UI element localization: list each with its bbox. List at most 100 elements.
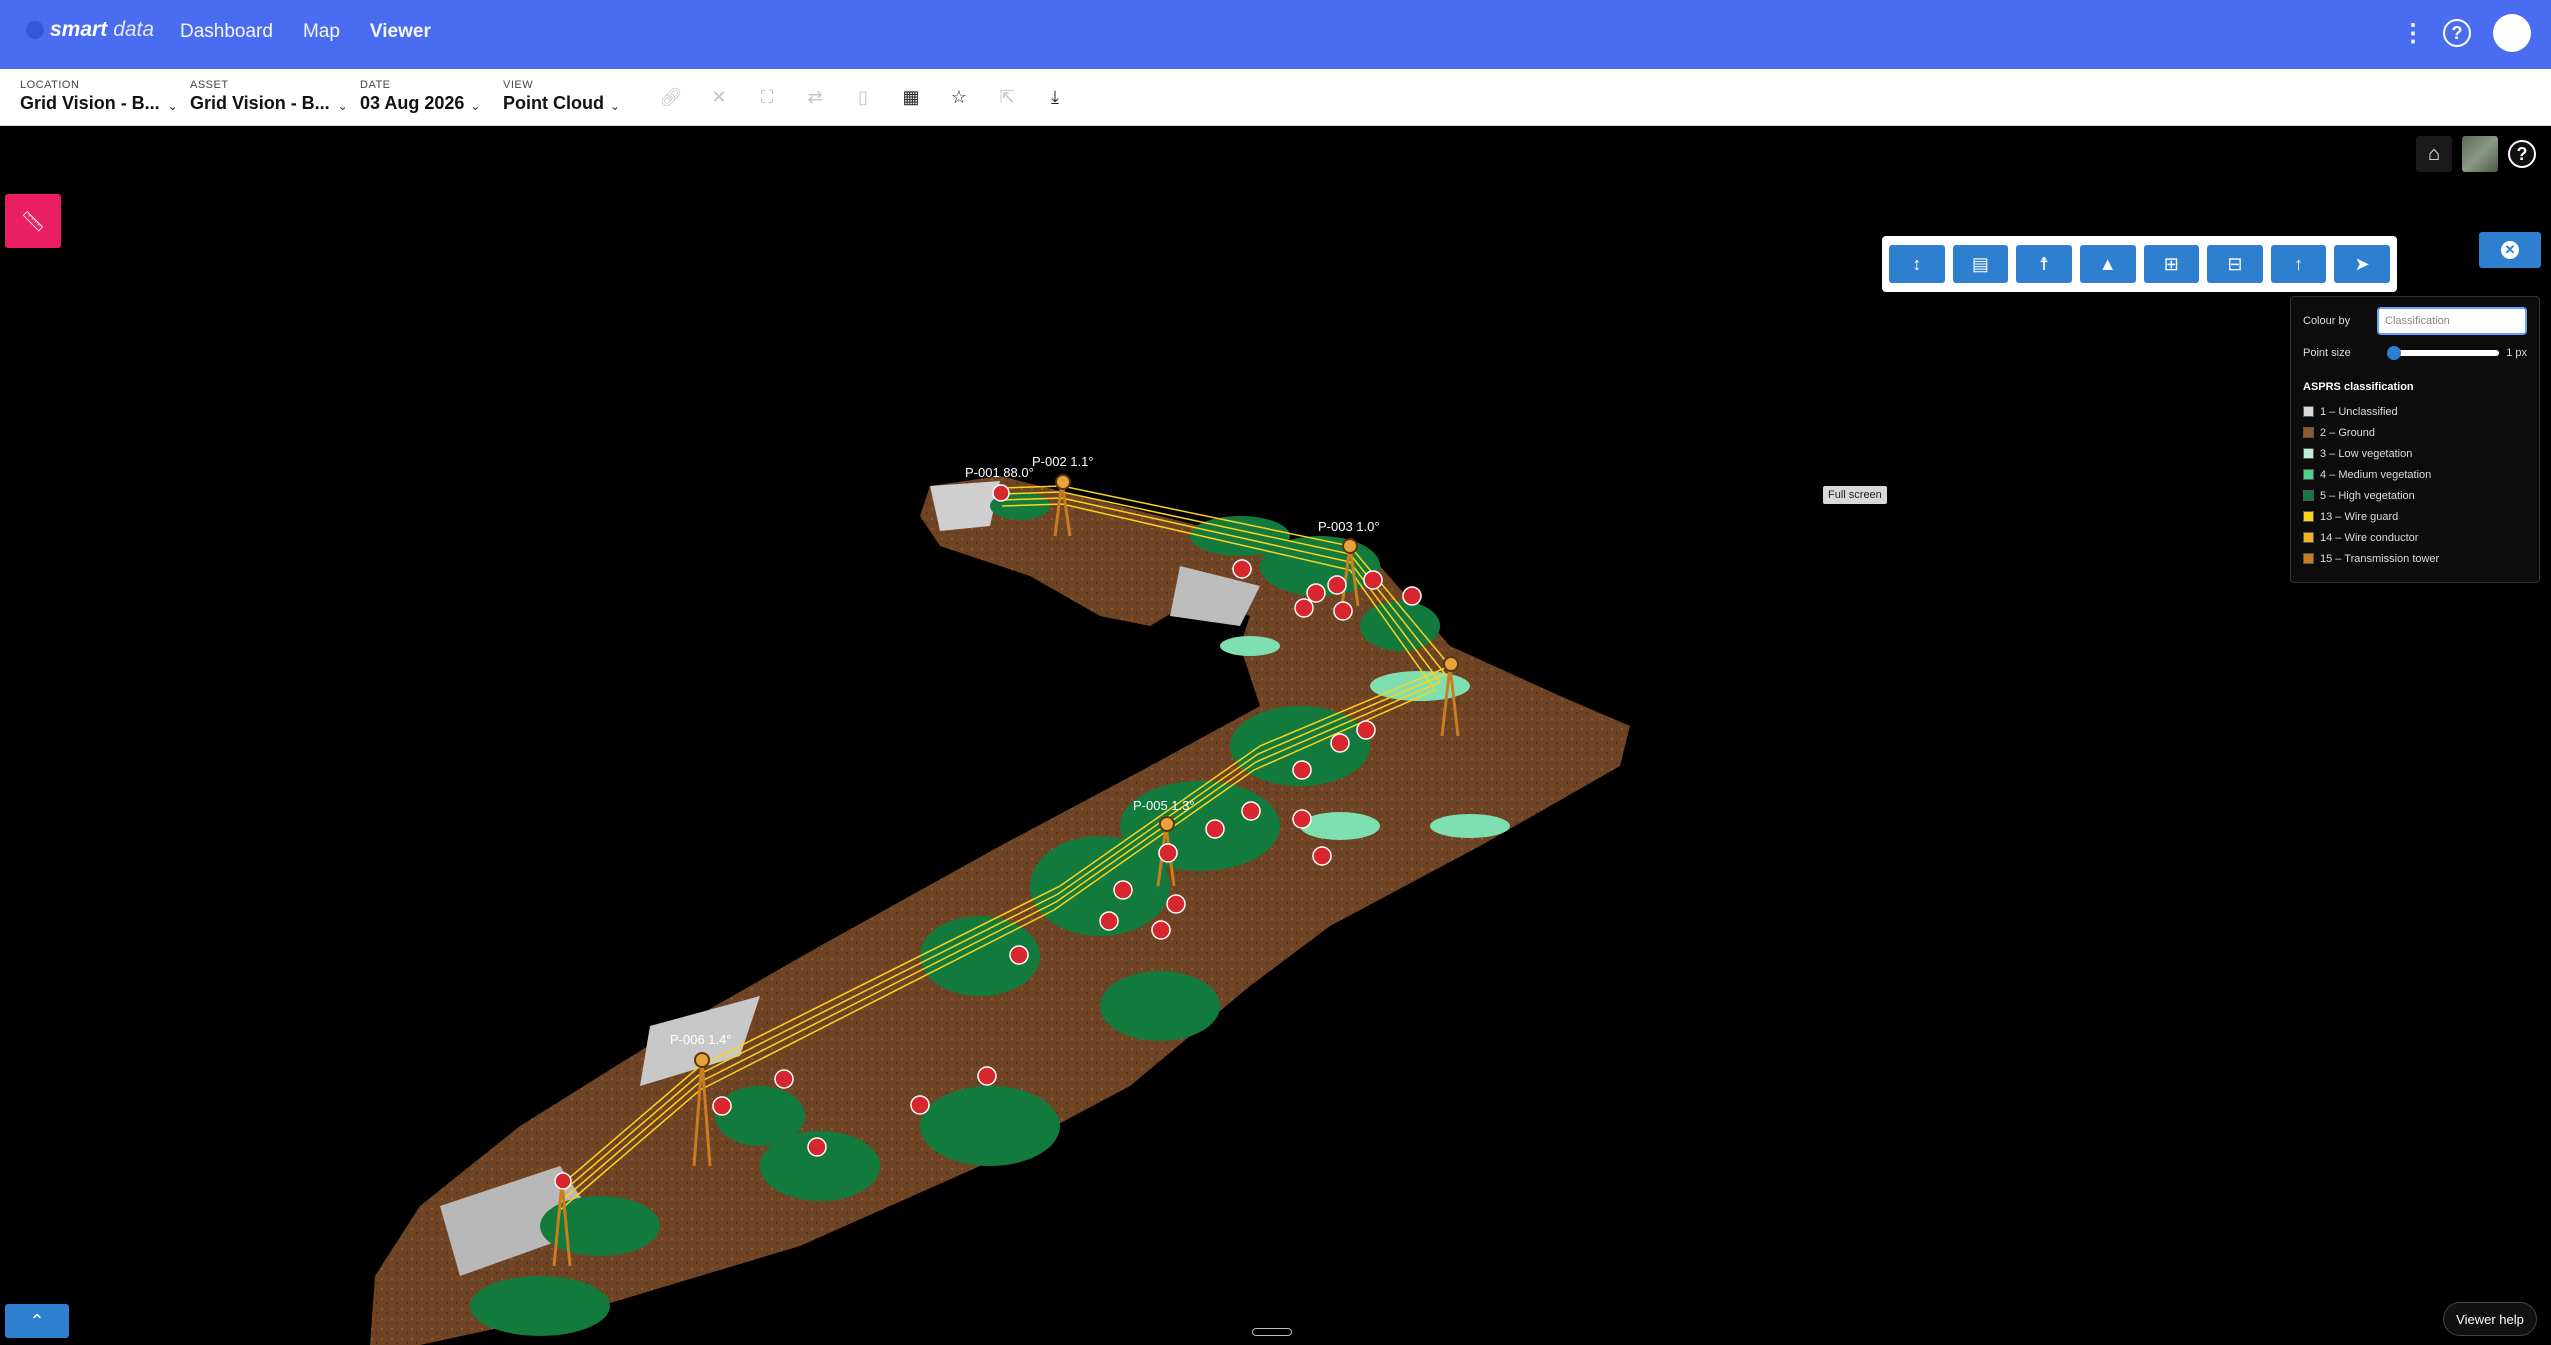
logo-text-bold: smart — [50, 18, 108, 41]
classification-panel: Colour by Classification Point size 1 px… — [2290, 296, 2540, 583]
chevron-down-icon: ⌄ — [167, 99, 178, 113]
view-select[interactable]: VIEW Point Cloud ⌄ — [503, 79, 620, 114]
legend-item[interactable]: 3 – Low vegetation — [2303, 443, 2527, 464]
chevron-down-icon: ⌄ — [470, 99, 481, 113]
legend-label: 13 – Wire guard — [2320, 510, 2399, 523]
date-label: DATE — [360, 79, 391, 91]
location-select[interactable]: LOCATION Grid Vision - B... ⌄ — [20, 79, 178, 114]
download-icon[interactable]: ⤓ — [1039, 81, 1071, 113]
fullscreen-icon[interactable]: ⛶ — [751, 81, 783, 113]
legend-swatch — [2303, 448, 2314, 459]
legend-item[interactable]: 1 – Unclassified — [2303, 401, 2527, 422]
point-size-label: Point size — [2303, 347, 2351, 359]
structure-area — [930, 481, 1000, 531]
date-value: 03 Aug 2026 — [360, 93, 465, 113]
close-icon: ✕ — [2501, 241, 2519, 259]
colour-by-row: Colour by Classification — [2303, 307, 2527, 335]
tower-label: P-002 1.1° — [1032, 454, 1094, 469]
classification-title: ASPRS classification — [2303, 381, 2414, 393]
legend-label: 5 – High vegetation — [2320, 489, 2415, 502]
slider-knob[interactable] — [2386, 346, 2401, 360]
tower-label: P-005 1.3° — [1133, 798, 1195, 813]
location-label: LOCATION — [20, 79, 80, 91]
point-size-slider[interactable] — [2386, 346, 2499, 360]
chevron-down-icon: ⌄ — [609, 99, 620, 113]
link-icon[interactable]: 🔗︎ — [655, 81, 687, 113]
home-icon[interactable]: ⌂ — [2416, 136, 2452, 172]
location-value: Grid Vision - B... — [20, 93, 160, 113]
swap-icon[interactable]: ⇄ — [799, 81, 831, 113]
nav-map[interactable]: Map — [303, 21, 340, 43]
nav-dashboard[interactable]: Dashboard — [180, 21, 273, 43]
chevron-down-icon: ⌄ — [337, 99, 348, 113]
legend-item[interactable]: 2 – Ground — [2303, 422, 2527, 443]
classification-legend: 1 – Unclassified 2 – Ground 3 – Low vegeta… — [2303, 401, 2527, 569]
legend-swatch — [2303, 427, 2314, 438]
document-icon[interactable]: ▯ — [847, 81, 879, 113]
legend-item[interactable]: 14 – Wire conductor — [2303, 527, 2527, 548]
point-size-row: Point size 1 px — [2303, 346, 2527, 360]
arrow-up-icon[interactable]: ↑ — [2270, 245, 2327, 283]
expand-up-button[interactable]: ⌃ — [5, 1304, 69, 1338]
legend-swatch — [2303, 511, 2314, 522]
qr-code-icon[interactable]: ▦ — [895, 81, 927, 113]
legend-swatch — [2303, 406, 2314, 417]
avatar[interactable] — [2493, 14, 2531, 52]
legend-swatch — [2303, 469, 2314, 480]
legend-swatch — [2303, 490, 2314, 501]
more-options-icon[interactable]: ⋮ — [2401, 19, 2425, 48]
measurement-toolbar: ↕ ▤ ☨ ▲ ⊞ ⊟ ↑ ➤ — [1882, 236, 2397, 292]
app-logo[interactable]: smart data — [26, 18, 154, 42]
chevron-up-icon: ⌃ — [29, 1310, 45, 1331]
tower-label: P-001 88.0° — [965, 465, 1034, 480]
asset-select[interactable]: ASSET Grid Vision - B... ⌄ — [190, 79, 348, 114]
legend-label: 3 – Low vegetation — [2320, 447, 2413, 460]
add-box-icon[interactable]: ⊞ — [2143, 245, 2200, 283]
legend-item[interactable]: 4 – Medium vegetation — [2303, 464, 2527, 485]
legend-swatch — [2303, 553, 2314, 564]
logo-text-light: data — [113, 18, 155, 41]
legend-label: 2 – Ground — [2320, 426, 2376, 439]
close-icon[interactable]: ✕ — [703, 81, 735, 113]
remove-box-icon[interactable]: ⊟ — [2207, 245, 2263, 283]
legend-item[interactable]: 15 – Transmission tower — [2303, 548, 2527, 569]
top-bar: smart data Dashboard Map Viewer ⋮ ? — [0, 0, 2551, 69]
legend-label: 1 – Unclassified — [2320, 405, 2398, 418]
tree-icon[interactable]: ▲ — [2079, 245, 2136, 283]
legend-swatch — [2303, 532, 2314, 543]
colour-by-label: Colour by — [2303, 315, 2351, 327]
date-select[interactable]: DATE 03 Aug 2026 ⌄ — [360, 79, 480, 114]
person-icon[interactable]: ☨ — [2016, 245, 2072, 283]
drag-handle[interactable] — [1252, 1328, 1292, 1336]
height-icon[interactable]: ↕ — [1889, 245, 1945, 283]
viewer-help-button[interactable]: Viewer help — [2443, 1302, 2537, 1336]
measure-tool-icon[interactable]: 📏︎ — [5, 194, 61, 248]
view-value: Point Cloud — [503, 93, 604, 113]
legend-label: 4 – Medium vegetation — [2320, 468, 2432, 481]
viewer-top-controls: ⌂ ? — [2416, 136, 2536, 172]
clipboard-icon[interactable]: ▤ — [1952, 245, 2009, 283]
main-nav: Dashboard Map Viewer — [180, 21, 431, 43]
star-icon[interactable]: ☆ — [943, 81, 975, 113]
fullscreen-tooltip: Full screen — [1823, 486, 1887, 504]
legend-item[interactable]: 5 – High vegetation — [2303, 485, 2527, 506]
asset-value: Grid Vision - B... — [190, 93, 330, 113]
colour-by-input[interactable]: Classification — [2377, 307, 2527, 335]
asset-label: ASSET — [190, 79, 229, 91]
logo-icon — [26, 21, 44, 39]
legend-item[interactable]: 13 – Wire guard — [2303, 506, 2527, 527]
point-cloud-viewer[interactable]: P-001 88.0° P-002 1.1° P-003 1.0° P-005 … — [0, 126, 2551, 1345]
selector-toolbar: LOCATION Grid Vision - B... ⌄ ASSET Grid… — [0, 69, 2551, 126]
help-icon[interactable]: ? — [2508, 140, 2536, 168]
help-icon[interactable]: ? — [2443, 19, 2471, 47]
tower-label: P-006 1.4° — [670, 1032, 732, 1047]
toolbar-actions: 🔗︎ ✕ ⛶ ⇄ ▯ ▦ ☆ ⇱ ⤓ — [655, 81, 1071, 113]
send-icon[interactable]: ➤ — [2334, 245, 2390, 283]
tower-label: P-003 1.0° — [1318, 519, 1380, 534]
close-panel-button[interactable]: ✕ — [2479, 232, 2541, 268]
nav-viewer[interactable]: Viewer — [370, 21, 431, 43]
export-icon[interactable]: ⇱ — [991, 81, 1023, 113]
point-size-value: 1 px — [2506, 347, 2527, 359]
point-cloud-scene[interactable]: P-001 88.0° P-002 1.1° P-003 1.0° P-005 … — [0, 126, 2551, 1345]
basemap-icon[interactable] — [2462, 136, 2498, 172]
